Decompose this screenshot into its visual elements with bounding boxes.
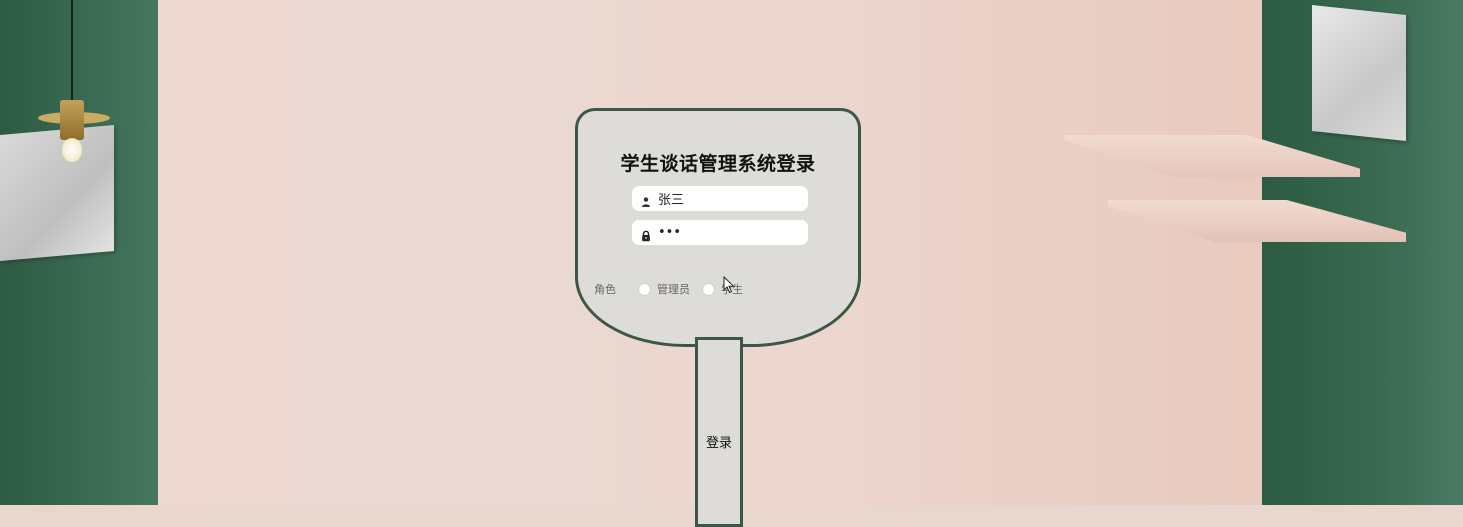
password-input[interactable] bbox=[658, 225, 798, 240]
login-button[interactable]: 登录 bbox=[695, 337, 743, 527]
role-option-admin[interactable]: 管理员 bbox=[638, 281, 690, 297]
right-marble-panel bbox=[1312, 5, 1406, 141]
lamp-bulb-icon bbox=[62, 138, 82, 162]
radio-student[interactable] bbox=[702, 282, 715, 296]
role-label: 角色 bbox=[594, 283, 616, 296]
lamp-body bbox=[60, 100, 84, 140]
username-field[interactable] bbox=[632, 186, 808, 211]
login-button-label: 登录 bbox=[705, 436, 732, 451]
role-option-admin-label: 管理员 bbox=[657, 283, 690, 296]
login-title: 学生谈话管理系统登录 bbox=[620, 153, 816, 175]
mouse-cursor-icon bbox=[723, 275, 735, 294]
password-field[interactable] bbox=[632, 220, 808, 245]
lock-icon bbox=[640, 227, 652, 241]
user-icon bbox=[640, 193, 652, 207]
radio-admin[interactable] bbox=[638, 282, 651, 296]
login-card: 学生谈话管理系统登录 角色 管理员 学生 bbox=[575, 108, 861, 347]
left-marble-panel bbox=[0, 125, 114, 261]
lamp-cord bbox=[71, 0, 73, 104]
username-input[interactable] bbox=[658, 191, 798, 206]
